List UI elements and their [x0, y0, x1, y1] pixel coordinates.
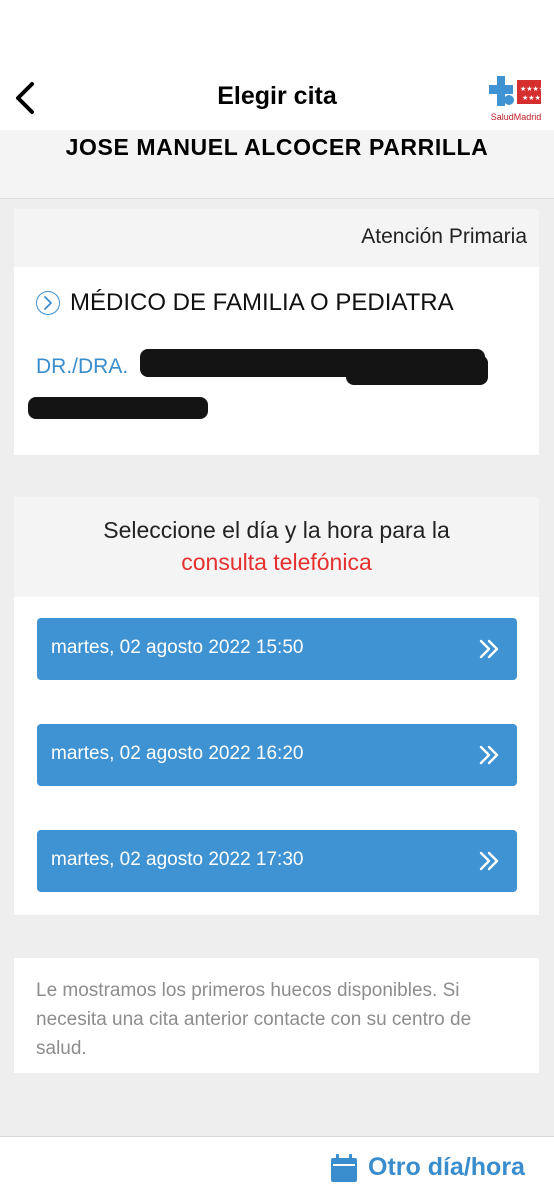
slot-button[interactable]: martes, 02 agosto 2022 15:50 [37, 618, 517, 680]
double-chevron-right-icon [479, 745, 499, 765]
patient-band: JOSE MANUEL ALCOCER PARRILLA [0, 130, 554, 199]
page-title: Elegir cita [217, 82, 337, 110]
bottom-bar: Otro día/hora [0, 1136, 554, 1200]
slot-label: martes, 02 agosto 2022 16:20 [51, 743, 304, 764]
selection-header: Seleccione el día y la hora para la cons… [14, 497, 539, 597]
svg-text:★★★★: ★★★★ [520, 85, 545, 93]
double-chevron-right-icon [479, 639, 499, 659]
selection-instruction: Seleccione el día y la hora para la [103, 517, 450, 543]
slot-label: martes, 02 agosto 2022 15:50 [51, 637, 304, 658]
specialty-label: Atención Primaria [361, 225, 527, 248]
calendar-icon [331, 1154, 357, 1182]
redacted-doctor-name-tail [346, 355, 488, 385]
svg-text:★★★: ★★★ [522, 94, 541, 102]
other-date-label: Otro día/hora [368, 1153, 525, 1181]
header: Elegir cita ★★★★ ★★★ SaludMadrid [0, 66, 554, 130]
logo-mark-icon: ★★★★ ★★★ [489, 76, 545, 106]
salud-madrid-logo: ★★★★ ★★★ SaludMadrid [487, 74, 545, 122]
patient-name: JOSE MANUEL ALCOCER PARRILLA [65, 134, 489, 160]
doctor-card-header: Atención Primaria [14, 209, 539, 267]
status-bar [0, 0, 554, 66]
slot-button[interactable]: martes, 02 agosto 2022 17:30 [37, 830, 517, 892]
service-label: MÉDICO DE FAMILIA O PEDIATRA [70, 289, 454, 316]
doctor-card: Atención Primaria MÉDICO DE FAMILIA O PE… [14, 209, 539, 455]
circle-chevron-right-icon [36, 291, 60, 315]
doctor-prefix: DR./DRA. [36, 355, 129, 378]
page: Elegir cita ★★★★ ★★★ SaludMadrid JOSE MA… [0, 0, 554, 1200]
redacted-doctor-name-line2 [28, 397, 208, 419]
slot-selection-card: Seleccione el día y la hora para la cons… [14, 497, 539, 915]
slot-label: martes, 02 agosto 2022 17:30 [51, 849, 304, 870]
slot-button[interactable]: martes, 02 agosto 2022 16:20 [37, 724, 517, 786]
logo-text: SaludMadrid [490, 112, 542, 122]
info-card: Le mostramos los primeros huecos disponi… [14, 958, 539, 1073]
double-chevron-right-icon [479, 851, 499, 871]
consultation-type: consulta telefónica [181, 549, 372, 575]
info-text: Le mostramos los primeros huecos disponi… [36, 980, 472, 1059]
